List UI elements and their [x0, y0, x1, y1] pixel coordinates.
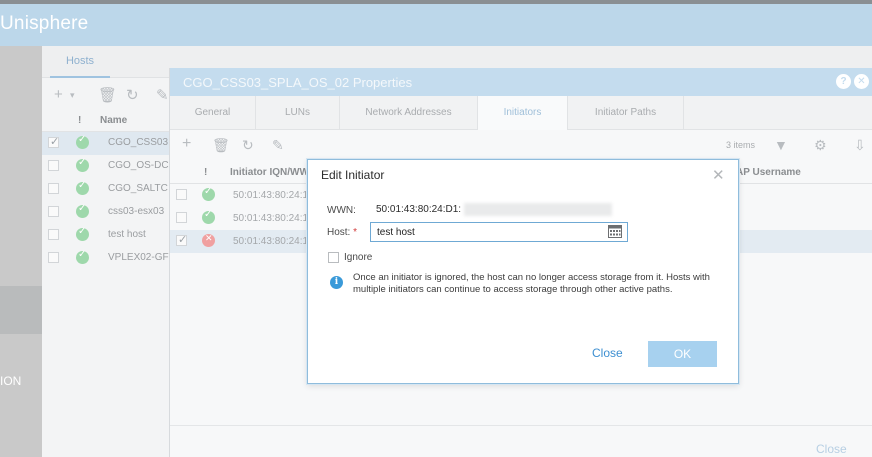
- trash-icon[interactable]: 🗑: [98, 86, 117, 104]
- close-icon[interactable]: ✕: [854, 74, 869, 89]
- export-icon[interactable]: ⇩: [854, 137, 866, 154]
- sidebar-selected-item[interactable]: [0, 286, 42, 334]
- ok-button[interactable]: OK: [648, 341, 717, 367]
- properties-dialog-title: CGO_CSS03_SPLA_OS_02 Properties: [183, 75, 413, 90]
- required-mark: *: [353, 227, 358, 238]
- filter-icon[interactable]: ▼: [774, 137, 788, 153]
- row-checkbox[interactable]: [176, 189, 187, 200]
- app-title: Unisphere: [0, 13, 89, 34]
- host-name: css03-esx03: [108, 206, 165, 217]
- host-input[interactable]: [370, 222, 628, 242]
- ignore-checkbox[interactable]: [328, 252, 339, 263]
- table-row[interactable]: css03-esx03: [42, 201, 172, 224]
- tab-general[interactable]: General: [170, 96, 256, 130]
- tab-initiator-paths[interactable]: Initiator Paths: [568, 96, 684, 130]
- initiator-iqn: 50:01:43:80:24:1: [233, 190, 309, 201]
- add-icon[interactable]: +: [54, 86, 63, 103]
- info-icon: i: [330, 276, 343, 289]
- row-checkbox[interactable]: [176, 212, 187, 223]
- iqn-column-header[interactable]: Initiator IQN/WW: [230, 167, 309, 178]
- status-column-header[interactable]: !: [78, 115, 81, 126]
- status-ok-icon: [76, 134, 89, 149]
- items-count: 3 items: [726, 140, 756, 150]
- wwn-value: 50:01:43:80:24:D1:: [376, 204, 462, 215]
- row-checkbox[interactable]: [176, 233, 187, 246]
- host-name: CGO_SALTC: [108, 183, 168, 194]
- close-button[interactable]: Close: [592, 346, 623, 360]
- name-column-header[interactable]: Name: [100, 115, 127, 126]
- tab-initiators[interactable]: Initiators: [478, 96, 568, 130]
- left-sidebar: ION: [0, 46, 42, 457]
- properties-tabs: General LUNs Network Addresses Initiator…: [170, 96, 872, 130]
- chap-username-column-header[interactable]: AP Username: [736, 167, 801, 178]
- properties-close-button[interactable]: Close: [816, 442, 847, 456]
- table-row[interactable]: CGO_CSS03: [42, 132, 172, 155]
- row-checkbox[interactable]: [48, 206, 59, 217]
- status-ok-icon: [76, 249, 89, 264]
- trash-icon[interactable]: 🗑: [212, 137, 230, 154]
- ignore-label[interactable]: Ignore: [344, 252, 372, 263]
- help-icon[interactable]: ?: [836, 74, 851, 89]
- status-ok-icon: [76, 203, 89, 218]
- table-row[interactable]: CGO_OS-DC: [42, 155, 172, 178]
- refresh-icon[interactable]: ↻: [242, 137, 254, 154]
- divider: [170, 425, 872, 426]
- status-ok-icon: [76, 226, 89, 241]
- host-label: Host: *: [327, 227, 358, 238]
- sidebar-label[interactable]: ION: [0, 374, 21, 388]
- hosts-table-header: ! Name: [42, 110, 172, 132]
- tab-hosts[interactable]: Hosts: [50, 46, 110, 78]
- close-icon[interactable]: ✕: [712, 166, 725, 184]
- initiators-toolbar: + 🗑 ↻ ✎ 3 items ▼ ⚙ ⇩: [170, 130, 872, 160]
- wwn-redacted: [464, 203, 612, 216]
- edit-initiator-title: Edit Initiator: [321, 168, 385, 182]
- status-column-header[interactable]: !: [204, 167, 207, 178]
- top-strip: [0, 0, 872, 4]
- host-name: test host: [108, 229, 146, 240]
- row-checkbox[interactable]: [48, 160, 59, 171]
- status-ok-icon: [202, 209, 215, 224]
- chevron-down-icon[interactable]: ▾: [70, 90, 75, 101]
- host-picker-icon[interactable]: [608, 225, 622, 238]
- hosts-table: ! Name CGO_CSS03 CGO_OS-DC CGO_SALTC css…: [42, 110, 172, 270]
- table-row[interactable]: test host: [42, 224, 172, 247]
- gear-icon[interactable]: ⚙: [814, 137, 827, 154]
- properties-dialog-titlebar: CGO_CSS03_SPLA_OS_02 Properties ? ✕: [170, 68, 872, 96]
- host-name: VPLEX02-GF: [108, 252, 169, 263]
- status-error-icon: [202, 233, 215, 247]
- app-header: Unisphere: [0, 0, 872, 46]
- edit-initiator-dialog: Edit Initiator ✕ WWN: 50:01:43:80:24:D1:…: [307, 159, 739, 384]
- row-checkbox[interactable]: [48, 183, 59, 194]
- status-ok-icon: [202, 186, 215, 201]
- row-checkbox[interactable]: [48, 252, 59, 263]
- add-icon[interactable]: +: [182, 135, 191, 153]
- row-checkbox[interactable]: [48, 229, 59, 240]
- host-name: CGO_CSS03: [108, 137, 169, 148]
- initiator-iqn: 50:01:43:80:24:1: [233, 213, 309, 224]
- edit-icon[interactable]: ✎: [156, 86, 169, 104]
- edit-icon[interactable]: ✎: [272, 137, 284, 154]
- table-row[interactable]: CGO_SALTC: [42, 178, 172, 201]
- host-name: CGO_OS-DC: [108, 160, 169, 171]
- initiator-iqn: 50:01:43:80:24:1: [233, 236, 309, 247]
- status-ok-icon: [76, 180, 89, 195]
- row-checkbox[interactable]: [48, 135, 59, 148]
- refresh-icon[interactable]: ↻: [126, 86, 139, 104]
- tab-network-addresses[interactable]: Network Addresses: [340, 96, 478, 130]
- status-ok-icon: [76, 157, 89, 172]
- tab-luns[interactable]: LUNs: [256, 96, 340, 130]
- wwn-label: WWN:: [327, 205, 356, 216]
- table-row[interactable]: VPLEX02-GF: [42, 247, 172, 270]
- ignore-info-text: Once an initiator is ignored, the host c…: [353, 272, 710, 295]
